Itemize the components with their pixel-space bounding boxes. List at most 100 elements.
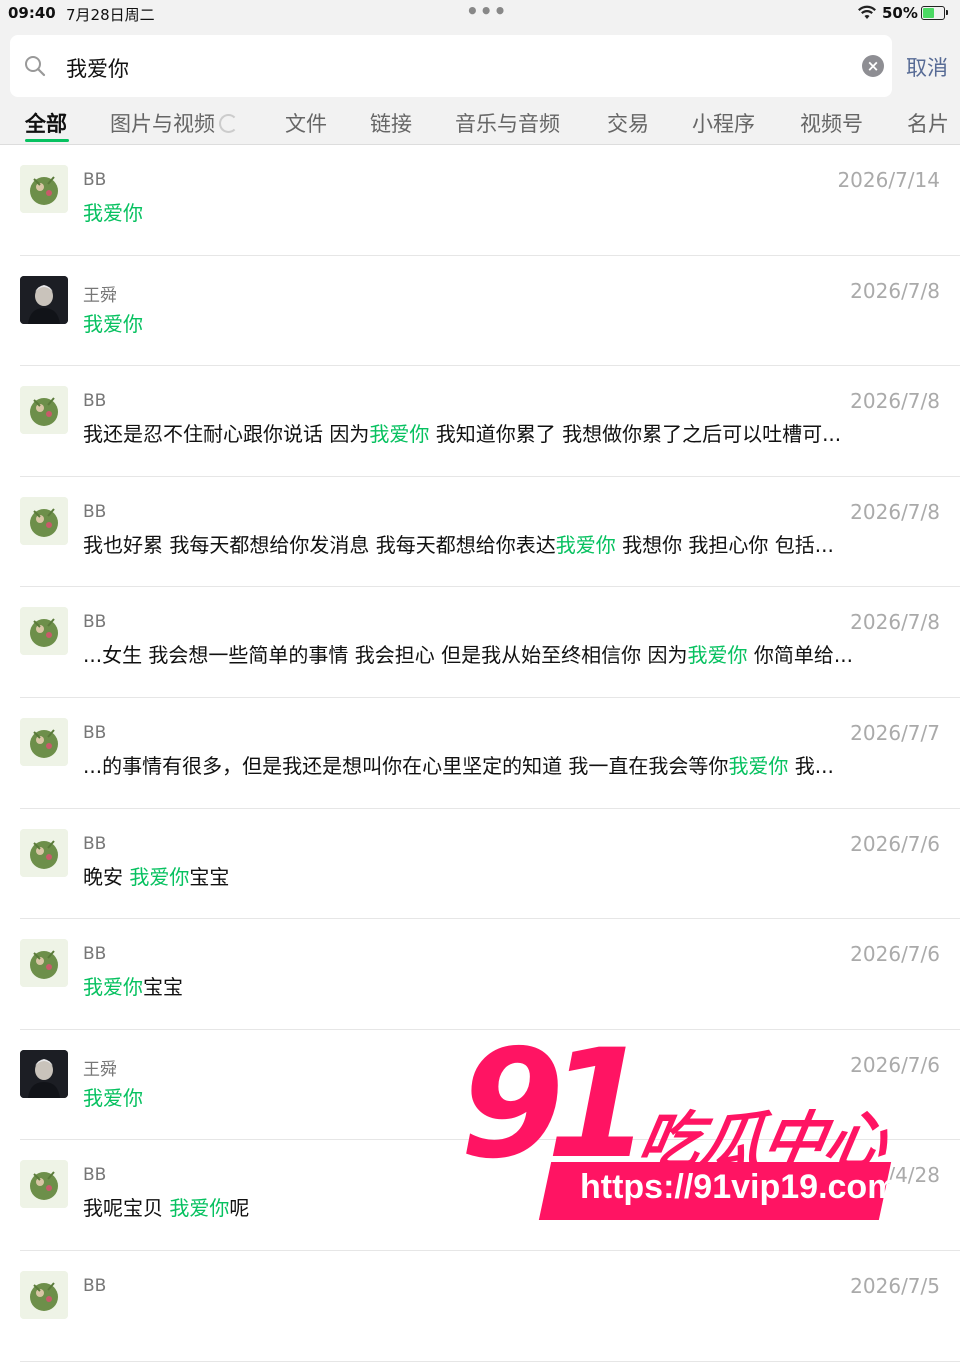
search-result-row[interactable]: BB 2026/7/14 我爱你 [0, 145, 960, 256]
search-result-row[interactable]: 王舜 2026/7/8 我爱你 [0, 256, 960, 367]
search-result-row[interactable]: BB 2026/7/6 晚安 我爱你宝宝 [0, 809, 960, 920]
message-snippet: 我爱你 [83, 308, 943, 337]
snippet-match-highlight: 我爱你 [369, 422, 430, 447]
wifi-icon [857, 5, 877, 25]
tab-links[interactable]: 链接 [370, 108, 412, 138]
snippet-match-highlight: 我爱你 [687, 643, 748, 668]
sender-name: BB [83, 1165, 107, 1186]
snippet-text-after: 你简单给... [747, 643, 853, 668]
snippet-match-highlight: 我爱你 [83, 1085, 143, 1110]
snippet-text-after: 我想你 我担心你 包括... [615, 532, 834, 557]
sender-name: BB [83, 944, 107, 965]
avatar[interactable] [20, 1270, 68, 1319]
tab-channels[interactable]: 视频号 [800, 108, 863, 138]
cancel-button[interactable]: 取消 [906, 52, 948, 82]
sender-name: 王舜 [83, 1059, 117, 1080]
message-date: 2026/7/7 [850, 720, 940, 745]
avatar[interactable] [20, 165, 68, 213]
sender-name: BB [83, 391, 107, 412]
tab-images-videos[interactable]: 图片与视频 [110, 108, 238, 138]
search-result-row[interactable]: BB 2026/7/6 我爱你宝宝 [0, 919, 960, 1030]
snippet-match-highlight: 我爱你 [83, 201, 143, 225]
snippet-text-before: 晚安 [83, 864, 130, 889]
battery-icon [921, 6, 948, 20]
message-date: 2026/7/8 [850, 278, 940, 303]
avatar[interactable] [20, 828, 68, 877]
filter-tabs: 全部 图片与视频 文件 链接 音乐与音频 交易 小程序 视频号 名片 [0, 100, 960, 145]
active-tab-indicator [25, 139, 69, 142]
tab-mini-programs[interactable]: 小程序 [692, 108, 755, 138]
message-date: 2026/7/6 [850, 942, 940, 967]
avatar[interactable] [20, 607, 68, 656]
sender-name: BB [83, 722, 107, 743]
tab-all[interactable]: 全部 [25, 108, 67, 138]
search-result-row[interactable]: BB 2026/7/7 ...的事情有很多，但是我还是想叫你在心里坚定的知道 我一直… [0, 698, 960, 809]
watermark-number: 91 [460, 1018, 651, 1192]
search-result-row[interactable]: BB 2026/7/8 我也好累 我每天都想给你发消息 我每天都想给你表达我爱你 我… [0, 477, 960, 588]
message-snippet: ...的事情有很多，但是我还是想叫你在心里坚定的知道 我一直在我会等你我爱你 我… [83, 750, 943, 779]
search-icon [24, 55, 46, 81]
snippet-match-highlight: 我爱你 [83, 311, 143, 336]
status-date: 7月28日周二 [66, 6, 155, 24]
snippet-text-after: 宝宝 [189, 864, 230, 889]
snippet-text-after: 宝宝 [143, 975, 183, 1000]
snippet-text-before: 我呢宝贝 [83, 1196, 170, 1221]
sender-name: BB [83, 170, 107, 190]
snippet-match-highlight: 我爱你 [83, 975, 143, 1000]
snippet-match-highlight: 我爱你 [129, 864, 190, 889]
avatar[interactable] [20, 717, 68, 766]
multitasking-dots-icon[interactable]: ••• [466, 1, 507, 21]
sender-name: BB [83, 612, 107, 633]
snippet-text-after: 我知道你累了 我想做你累了之后可以吐槽可... [429, 422, 842, 447]
avatar[interactable] [20, 939, 68, 988]
snippet-text-before: 我也好累 我每天都想给你发消息 我每天都想给你表达 [83, 532, 556, 557]
watermark-url: https://91vip19.com [580, 1168, 898, 1206]
status-time: 09:40 [8, 4, 56, 22]
tab-music-audio[interactable]: 音乐与音频 [455, 108, 560, 138]
message-snippet: 我爱你宝宝 [83, 971, 943, 1000]
snippet-match-highlight: 我爱你 [169, 1196, 230, 1221]
message-date: 2026/7/8 [850, 499, 940, 524]
snippet-match-highlight: 我爱你 [728, 753, 789, 778]
message-snippet: 我爱你 [83, 197, 943, 226]
message-date: 2026/7/14 [837, 168, 940, 192]
clear-icon[interactable]: × [862, 55, 884, 77]
sender-name: 王舜 [83, 285, 117, 306]
snippet-text-before: 我还是忍不住耐心跟你说话 因为 [83, 422, 370, 447]
message-date: 2026/7/8 [850, 389, 940, 414]
tab-contact-cards[interactable]: 名片 [907, 108, 949, 138]
message-snippet: ...女生 我会想一些简单的事情 我会担心 但是我从始至终相信你 因为我爱你 你… [83, 639, 943, 668]
avatar[interactable] [20, 275, 68, 324]
snippet-text-before: ...女生 我会想一些简单的事情 我会担心 但是我从始至终相信你 因为 [83, 643, 688, 668]
message-date: 2026/7/5 [850, 1273, 940, 1298]
tab-files[interactable]: 文件 [285, 108, 327, 138]
search-result-row[interactable]: BB 2026/7/5 [0, 1251, 960, 1362]
message-snippet: 我还是忍不住耐心跟你说话 因为我爱你 我知道你累了 我想做你累了之后可以吐槽可.… [83, 418, 943, 447]
message-snippet: 晚安 我爱你宝宝 [83, 861, 943, 890]
loading-spinner-icon [219, 113, 238, 133]
avatar[interactable] [20, 496, 68, 545]
sender-name: BB [83, 1275, 107, 1296]
row-divider [20, 1360, 960, 1362]
snippet-match-highlight: 我爱你 [555, 532, 616, 557]
sender-name: BB [83, 833, 107, 854]
avatar[interactable] [20, 386, 68, 435]
search-query: 我爱你 [66, 57, 129, 81]
search-result-row[interactable]: BB 2026/7/8 我还是忍不住耐心跟你说话 因为我爱你 我知道你累了 我想做你… [0, 366, 960, 477]
snippet-text-before: ...的事情有很多，但是我还是想叫你在心里坚定的知道 我一直在我会等你 [83, 753, 729, 778]
avatar[interactable] [20, 1049, 68, 1098]
tab-transactions[interactable]: 交易 [607, 108, 649, 138]
message-date: 2026/7/6 [850, 831, 940, 856]
avatar[interactable] [20, 1160, 68, 1209]
message-date: 2026/7/8 [850, 610, 940, 635]
snippet-text-after: 我... [788, 753, 834, 778]
battery-percent: 50% [882, 4, 918, 22]
snippet-text-after: 呢 [229, 1196, 250, 1221]
watermark-logo: 91 吃瓜中心 https://91vip19.com [455, 1030, 925, 1230]
search-area: 我爱你 × 取消 [0, 30, 960, 100]
search-result-row[interactable]: BB 2026/7/8 ...女生 我会想一些简单的事情 我会担心 但是我从始至终相… [0, 587, 960, 698]
status-bar: 09:40 7月28日周二 ••• 50% [0, 0, 960, 30]
sender-name: BB [83, 501, 107, 522]
message-snippet: 我也好累 我每天都想给你发消息 我每天都想给你表达我爱你 我想你 我担心你 包括… [83, 529, 943, 558]
search-input[interactable]: 我爱你 × [10, 35, 892, 97]
